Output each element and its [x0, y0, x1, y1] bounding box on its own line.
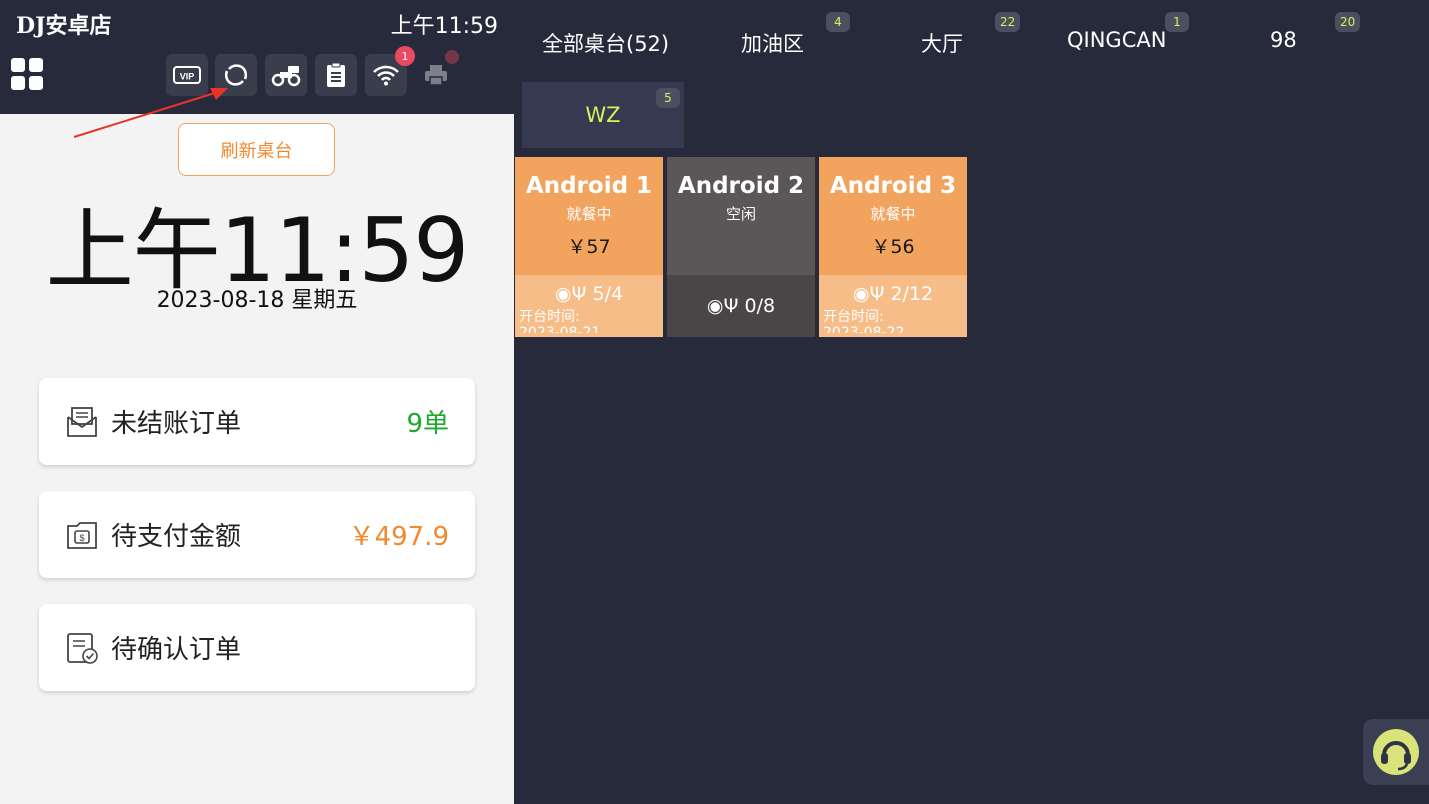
- pending-amount-card[interactable]: $ 待支付金额 ￥497.9: [39, 491, 475, 578]
- support-button[interactable]: [1363, 719, 1429, 785]
- printer-icon: [425, 65, 447, 86]
- svg-text:$: $: [79, 533, 84, 543]
- subtab-wz-label: WZ: [585, 103, 621, 127]
- unpaid-orders-card[interactable]: 未结账订单 9单: [39, 378, 475, 465]
- subtab-wz[interactable]: WZ 5: [522, 82, 684, 148]
- refresh-tables-label-button[interactable]: 刷新桌台: [178, 123, 335, 176]
- table-status: 空闲: [725, 205, 756, 223]
- svg-text:VIP: VIP: [180, 72, 195, 82]
- status-time: 上午11:59: [390, 14, 498, 39]
- wifi-icon: [373, 65, 399, 86]
- scooter-icon: [271, 66, 301, 87]
- table-name: Android 1: [525, 173, 653, 199]
- subtab-wz-count: 5: [656, 88, 680, 108]
- tab-qingcan-count: 1: [1165, 12, 1189, 32]
- tab-98-count: 20: [1335, 12, 1361, 32]
- tab-hall[interactable]: 大厅: [921, 28, 963, 58]
- dining-icon: ◉Ψ: [554, 283, 587, 305]
- area-tabs: 全部桌台(52) 加油区 4 大厅 22 QINGCAN 1 98 20: [514, 0, 1429, 80]
- table-card[interactable]: Android 2 空闲 ◉Ψ 0/8: [667, 157, 815, 337]
- dining-icon: ◉Ψ: [852, 283, 885, 305]
- table-open-label: 开台时间:: [823, 309, 884, 325]
- orders-button[interactable]: [315, 54, 357, 96]
- printer-button[interactable]: [415, 50, 459, 96]
- unpaid-orders-label: 未结账订单: [111, 409, 242, 439]
- to-confirm-orders-card[interactable]: 待确认订单: [39, 604, 475, 691]
- printer-badge: [445, 50, 459, 64]
- to-confirm-orders-label: 待确认订单: [111, 635, 242, 665]
- table-card[interactable]: Android 1 就餐中 ￥57 ◉Ψ 5/4 开台时间: 2023-08-2…: [515, 157, 663, 337]
- tab-fuel-area[interactable]: 加油区: [741, 28, 804, 58]
- wallet-icon: $: [65, 518, 99, 552]
- wifi-badge: 1: [395, 46, 415, 66]
- table-status: 就餐中: [870, 205, 916, 223]
- table-name: Android 2: [677, 173, 805, 199]
- tab-98[interactable]: 98: [1270, 28, 1297, 52]
- dining-icon: ◉Ψ: [706, 295, 739, 317]
- clipboard-icon: [327, 62, 345, 87]
- tab-fuel-area-count: 4: [826, 12, 850, 32]
- table-name: Android 3: [829, 173, 957, 199]
- store-name: DJ安卓店: [16, 13, 112, 39]
- table-seats-value: 2/12: [890, 283, 934, 305]
- grid-icon[interactable]: [9, 56, 45, 92]
- tab-qingcan[interactable]: QINGCAN: [1067, 28, 1166, 52]
- left-panel: DJ安卓店 上午11:59 VIP 1 刷新桌台 上午11:59 2023-08…: [0, 0, 514, 804]
- delivery-button[interactable]: [265, 54, 307, 96]
- confirm-order-icon: [65, 631, 99, 665]
- wifi-button[interactable]: 1: [365, 46, 415, 96]
- table-seats: ◉Ψ 2/12: [819, 283, 967, 305]
- table-card[interactable]: Android 3 就餐中 ￥56 ◉Ψ 2/12 开台时间: 2023-08-…: [819, 157, 967, 337]
- table-price: ￥56: [871, 236, 915, 258]
- clock-date: 2023-08-18 星期五: [156, 288, 358, 313]
- table-price: ￥57: [567, 236, 611, 258]
- table-open-time: 开台时间: 2023-08-21: [519, 309, 600, 333]
- unpaid-orders-value: 9单: [406, 409, 449, 439]
- table-seats-value: 0/8: [744, 295, 776, 317]
- pending-amount-label: 待支付金额: [111, 522, 242, 552]
- tab-all-tables[interactable]: 全部桌台(52): [542, 28, 669, 58]
- table-seats-value: 5/4: [592, 283, 624, 305]
- table-open-value: 2023-08-22: [823, 325, 905, 333]
- table-open-label: 开台时间:: [519, 309, 580, 325]
- table-open-time: 开台时间: 2023-08-22: [823, 309, 904, 333]
- tab-hall-count: 22: [995, 12, 1021, 32]
- table-status: 就餐中: [566, 205, 612, 223]
- table-seats: ◉Ψ 0/8: [667, 295, 815, 317]
- unpaid-order-icon: [65, 405, 99, 439]
- support-headset-icon: [1373, 729, 1419, 775]
- table-open-value: 2023-08-21: [519, 325, 601, 333]
- pending-amount-value: ￥497.9: [348, 522, 449, 552]
- table-seats: ◉Ψ 5/4: [515, 283, 663, 305]
